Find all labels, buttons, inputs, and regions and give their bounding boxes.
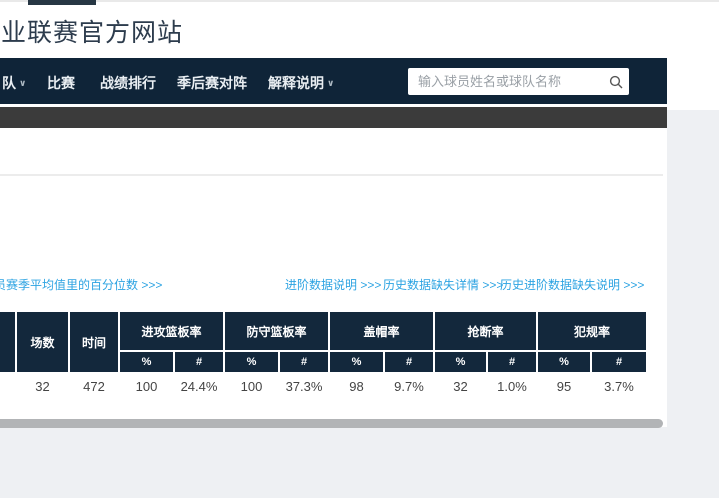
search-box xyxy=(408,68,629,95)
nav-item-games[interactable]: 比赛 xyxy=(47,73,75,93)
cell-time: 472 xyxy=(70,374,118,399)
cell-block-percentile: 98 xyxy=(330,374,383,399)
cell-games: 32 xyxy=(17,374,68,399)
header-defensive-rebound-rate: 防守篮板率 xyxy=(225,312,328,350)
table-header-group-row: 场数 时间 进攻篮板率 防守篮板率 盖帽率 抢断率 犯规率 xyxy=(0,312,646,372)
cell-orb-percentile: 100 xyxy=(120,374,173,399)
nav-item-teams[interactable]: 队 ∨ xyxy=(2,73,26,93)
page: 业联赛官方网站 队∨ 比赛 战绩排行 季后赛对阵 解释说明∨ 员赛季平均值里的百… xyxy=(0,0,719,498)
nav-item-playoff-bracket[interactable]: 季后赛对阵 xyxy=(177,73,247,93)
site-title: 业联赛官方网站 xyxy=(1,19,184,47)
search-input[interactable] xyxy=(408,74,603,89)
header-games: 场数 xyxy=(17,312,68,372)
link-historical-data-missing-details[interactable]: 历史数据缺失详情 >>> xyxy=(383,276,503,293)
top-border xyxy=(0,0,719,2)
cell-drb-value: 37.3% xyxy=(280,374,328,399)
subheader-num: # xyxy=(592,352,646,372)
subheader-pct: % xyxy=(435,352,486,372)
header-offensive-rebound-rate: 进攻篮板率 xyxy=(120,312,223,350)
header-foul-rate: 犯规率 xyxy=(538,312,646,350)
subheader-num: # xyxy=(175,352,223,372)
subheader-pct: % xyxy=(120,352,173,372)
page-background-bottom xyxy=(0,427,667,498)
subheader-pct: % xyxy=(330,352,383,372)
header-cut-column xyxy=(0,312,15,372)
logo-fragment xyxy=(28,0,96,5)
header-steal-rate: 抢断率 xyxy=(435,312,536,350)
cell-steal-value: 1.0% xyxy=(488,374,536,399)
link-historical-advanced-data-missing[interactable]: 历史进阶数据缺失说明 >>> xyxy=(500,276,644,293)
cell-orb-value: 24.4% xyxy=(175,374,223,399)
search-icon[interactable] xyxy=(603,68,629,95)
main-navbar: 队 ∨ 比赛 战绩排行 季后赛对阵 解释说明 ∨ xyxy=(0,58,667,104)
cell-foul-value: 3.7% xyxy=(592,374,646,399)
section-divider xyxy=(0,174,663,176)
horizontal-scrollbar[interactable] xyxy=(0,419,663,428)
player-stats-table: 场数 时间 进攻篮板率 防守篮板率 盖帽率 抢断率 犯规率 % # % # % … xyxy=(0,310,648,401)
nav-item-explanations[interactable]: 解释说明 ∨ xyxy=(268,73,334,93)
link-season-percentile[interactable]: 员赛季平均值里的百分位数 >>> xyxy=(0,276,162,293)
cell-cut-column xyxy=(0,374,15,399)
section-header-strip xyxy=(0,107,667,128)
subheader-num: # xyxy=(385,352,433,372)
page-background-right xyxy=(667,110,719,498)
chevron-down-icon: ∨ xyxy=(19,78,27,88)
cell-foul-percentile: 95 xyxy=(538,374,590,399)
subheader-num: # xyxy=(280,352,328,372)
link-advanced-stats-explanation[interactable]: 进阶数据说明 >>> xyxy=(285,276,381,293)
cell-drb-percentile: 100 xyxy=(225,374,278,399)
subheader-pct: % xyxy=(538,352,590,372)
cell-block-value: 9.7% xyxy=(385,374,433,399)
subheader-num: # xyxy=(488,352,536,372)
subheader-pct: % xyxy=(225,352,278,372)
chevron-down-icon: ∨ xyxy=(327,78,335,88)
header-time: 时间 xyxy=(70,312,118,372)
nav-item-standings[interactable]: 战绩排行 xyxy=(100,73,156,93)
cell-steal-percentile: 32 xyxy=(435,374,486,399)
table-row: 32 472 100 24.4% 100 37.3% 98 9.7% 32 1.… xyxy=(0,374,646,399)
header-block-rate: 盖帽率 xyxy=(330,312,433,350)
